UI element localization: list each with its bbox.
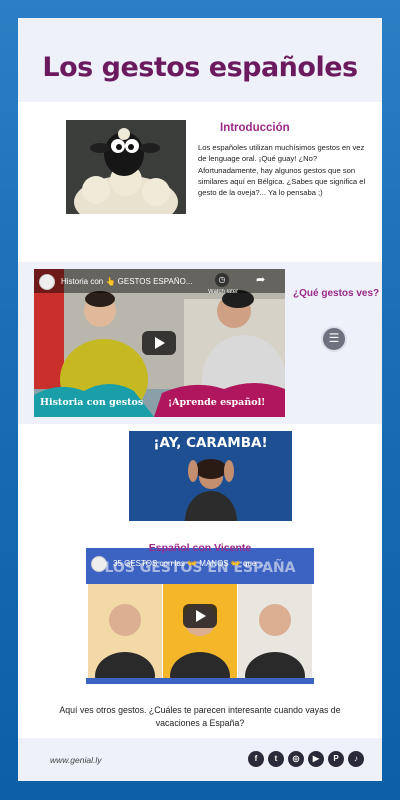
vicente-heading: Español con Vicente — [148, 542, 252, 554]
instagram-icon[interactable]: ◎ — [288, 751, 304, 767]
banner-historia: Historia con gestos — [40, 397, 144, 408]
tiktok-icon[interactable]: ♪ — [348, 751, 364, 767]
channel-avatar[interactable] — [39, 274, 55, 290]
facebook-icon[interactable]: f — [248, 751, 264, 767]
page-title: Los gestos españoles — [42, 52, 358, 83]
question-label: ¿Qué gestos ves? — [293, 288, 380, 299]
watch-later-label[interactable]: Watch later — [208, 289, 238, 295]
pinterest-icon[interactable]: P — [328, 751, 344, 767]
clock-icon[interactable]: ◷ — [215, 273, 229, 287]
banner-aprende: ¡Aprende español! — [168, 397, 266, 408]
genially-card: Los gestos españoles Introducción Los es… — [18, 18, 382, 781]
caramba-text: ¡AY, CARAMBA! — [153, 435, 268, 451]
youtube-icon[interactable]: ▶ — [308, 751, 324, 767]
intro-paragraph: Los españoles utilizan muchísimos gestos… — [198, 143, 366, 198]
outro-text: Aquí ves otros gestos. ¿Cuáles te parece… — [59, 705, 341, 728]
share-icon[interactable]: ➦ — [256, 273, 265, 286]
video1-title[interactable]: Historia con 👆 GESTOS ESPAÑO... — [61, 277, 201, 286]
play-icon[interactable] — [183, 604, 217, 628]
menu-icon[interactable]: ☰ — [321, 326, 347, 352]
play-icon[interactable] — [142, 331, 176, 355]
social-links: f t ◎ ▶ P ♪ — [248, 751, 364, 767]
twitter-icon[interactable]: t — [268, 751, 284, 767]
intro-heading: Introducción — [220, 122, 290, 134]
video2-title[interactable]: 35 GESTOS con las 👐 MANOS 👐 que ... — [113, 559, 303, 568]
caramba-gif: ¡AY, CARAMBA! — [129, 431, 292, 521]
footer-url[interactable]: www.genial.ly — [50, 755, 102, 765]
video-historia-con-gestos[interactable]: Historia con 👆 GESTOS ESPAÑO... ◷ Watch … — [34, 269, 285, 417]
sheep-image — [66, 120, 186, 214]
video-espanol-con-vicente[interactable]: LOS GESTOS EN ESPAÑA 35 GESTOS con las 👐… — [86, 548, 314, 684]
